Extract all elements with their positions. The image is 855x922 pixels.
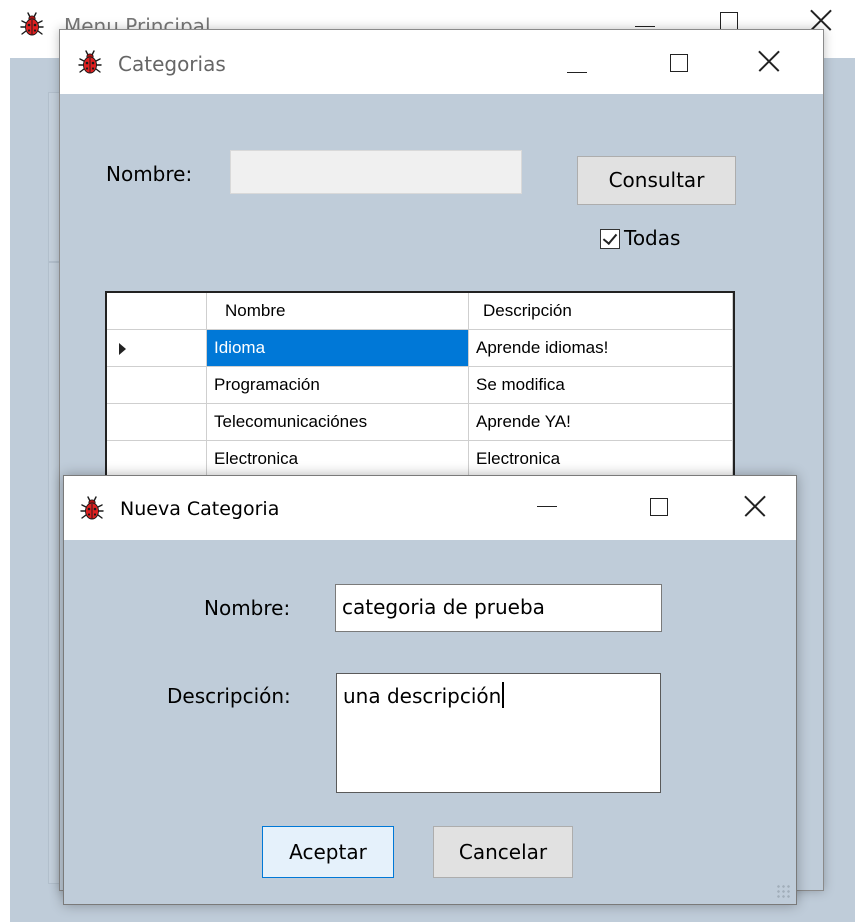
nombre-search-input[interactable] <box>230 150 522 194</box>
descripcion-label: Descripción: <box>167 684 291 708</box>
descripcion-field-value: una descripción <box>343 684 502 708</box>
red-bug-icon <box>76 48 104 76</box>
current-row-arrow-icon <box>119 343 126 355</box>
close-icon[interactable] <box>746 50 792 72</box>
minimize-icon[interactable] <box>524 496 570 515</box>
close-icon[interactable] <box>798 9 844 31</box>
column-header-descripcion[interactable]: Descripción <box>469 293 733 330</box>
cell-nombre[interactable]: Programación <box>207 367 469 404</box>
table-row[interactable]: Idioma Aprende idiomas! <box>107 330 733 367</box>
cell-nombre[interactable]: Electronica <box>207 441 469 478</box>
cell-nombre[interactable]: Telecomunicaciónes <box>207 404 469 441</box>
categorias-titlebar[interactable]: Categorias <box>60 30 823 94</box>
todas-label[interactable]: Todas <box>624 226 680 250</box>
row-header[interactable] <box>107 367 207 404</box>
row-header[interactable] <box>107 330 207 367</box>
table-row[interactable]: Electronica Electronica <box>107 441 733 478</box>
table-row[interactable]: Telecomunicaciónes Aprende YA! <box>107 404 733 441</box>
cell-descripcion[interactable]: Electronica <box>469 441 733 478</box>
maximize-icon[interactable] <box>706 10 752 30</box>
nueva-categoria-window: Nueva Categoria Nombre: categoria de pru… <box>63 475 797 905</box>
nombre-label: Nombre: <box>204 596 291 620</box>
grid-header-row: Nombre Descripción <box>107 293 733 330</box>
cell-nombre[interactable]: Idioma <box>207 330 469 367</box>
resize-grip-icon[interactable] <box>776 884 790 898</box>
categorias-title: Categorias <box>118 52 226 76</box>
red-bug-icon <box>78 494 106 522</box>
minimize-icon[interactable] <box>554 62 600 81</box>
table-row[interactable]: Programación Se modifica <box>107 367 733 404</box>
row-header[interactable] <box>107 441 207 478</box>
maximize-icon[interactable] <box>636 496 682 516</box>
close-icon[interactable] <box>732 495 778 517</box>
nueva-categoria-title: Nueva Categoria <box>120 498 280 520</box>
nueva-categoria-titlebar[interactable]: Nueva Categoria <box>64 476 796 540</box>
cell-descripcion[interactable]: Aprende YA! <box>469 404 733 441</box>
consultar-button[interactable]: Consultar <box>577 156 736 205</box>
red-bug-icon <box>18 10 46 38</box>
cell-descripcion[interactable]: Se modifica <box>469 367 733 404</box>
row-header[interactable] <box>107 404 207 441</box>
aceptar-button[interactable]: Aceptar <box>262 826 394 878</box>
nombre-label: Nombre: <box>106 162 193 186</box>
grid-corner-header[interactable] <box>107 293 207 330</box>
todas-checkbox[interactable] <box>600 229 620 249</box>
text-caret <box>502 682 504 708</box>
cancelar-button[interactable]: Cancelar <box>433 826 573 878</box>
nombre-field[interactable]: categoria de prueba <box>335 584 662 632</box>
maximize-icon[interactable] <box>656 52 702 72</box>
nombre-field-value: categoria de prueba <box>342 595 545 619</box>
column-header-nombre[interactable]: Nombre <box>207 293 469 330</box>
descripcion-textarea[interactable]: una descripción <box>336 673 661 793</box>
cell-descripcion[interactable]: Aprende idiomas! <box>469 330 733 367</box>
